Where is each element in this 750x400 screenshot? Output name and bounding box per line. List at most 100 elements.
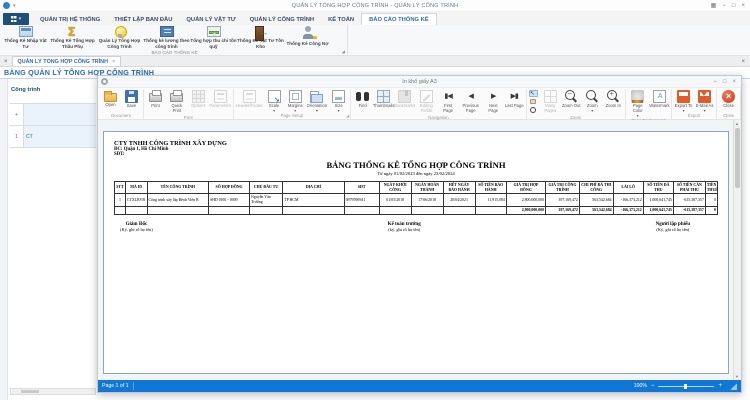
zoom-in-icon xyxy=(607,90,620,103)
preview-maximize-button[interactable]: □ xyxy=(723,77,727,87)
orientation-button[interactable]: Orientation▾ xyxy=(306,89,328,112)
zoom-in-button[interactable]: Zoom In xyxy=(603,89,624,109)
ribbon-tab-quan-ly-cong-trinh[interactable]: QUẢN LÝ CÔNG TRÌNH xyxy=(243,14,321,25)
cash-icon xyxy=(207,26,221,37)
thong-ke-luong-theo-cong-trinh-button[interactable]: Thống kê lương theo công trình xyxy=(143,25,190,49)
signature-note: (Ký, ghi rõ họ tên) xyxy=(656,227,690,232)
background-grid[interactable]: +1CT xyxy=(10,103,96,148)
scale-button[interactable]: Scale▾ xyxy=(264,89,285,112)
next-page-button[interactable]: Next Page xyxy=(483,89,504,114)
thong-ke-cong-no-button[interactable]: Thống Kê Công Nợ xyxy=(284,25,331,49)
open-button[interactable]: Open xyxy=(100,89,121,108)
quan-ly-tong-hop-cong-trinh-button[interactable]: Quản Lý Tổng Hợp Công Trình xyxy=(96,25,143,49)
ribbon: Thống Kê Nhập Vật TưThống Kê Tổng Hợp Th… xyxy=(0,25,750,56)
previous-page-button[interactable]: Previous Page xyxy=(459,89,483,114)
resize-grip-icon[interactable] xyxy=(730,383,737,390)
minimize-button[interactable]: − xyxy=(722,1,726,11)
zoom-out-button[interactable]: − xyxy=(651,382,655,390)
hand-tool-button[interactable] xyxy=(529,98,538,105)
zoom-button[interactable]: Zoom▾ xyxy=(582,89,603,112)
column-header: CHỦ ĐẦU TƯ xyxy=(250,182,283,194)
zoom-percent-label: 100% xyxy=(634,383,647,389)
total-cell xyxy=(379,207,411,215)
close-tab-left-icon[interactable]: × xyxy=(0,59,12,66)
zoom-in-button[interactable]: + xyxy=(718,382,722,390)
title-bar: ▾ QUẢN LÝ TỔNG HỢP CÔNG TRÌNH - QUẢN LÝ … xyxy=(0,0,750,12)
mini-zoom-button[interactable] xyxy=(529,106,538,113)
ribbon-tab-thiet-lap-ban-au[interactable]: THIẾT LẬP BAN ĐẦU xyxy=(107,14,179,25)
document-tab-active[interactable]: QUẢN LÝ TỔNG HỢP CÔNG TRÌNH × xyxy=(12,56,122,66)
thong-ke-vat-tu-ton-kho-button[interactable]: Thống Kê Vật Tư Tồn Kho xyxy=(237,25,284,49)
total-cell xyxy=(209,207,250,215)
preview-minimize-button[interactable]: − xyxy=(713,77,717,87)
watermark-button[interactable]: Watermark xyxy=(649,89,670,109)
dialog-launcher-icon[interactable]: ◢ xyxy=(346,113,349,118)
column-header: GIÁ TRỊ HỢP ĐỒNG xyxy=(506,182,545,194)
document-tab-label: QUẢN LÝ TỔNG HỢP CÔNG TRÌNH xyxy=(18,59,108,65)
thumbnails-button[interactable]: Thumbnails xyxy=(373,89,394,109)
background-horizontal-scrollbar[interactable] xyxy=(10,388,96,395)
preview-close-button[interactable]: × xyxy=(732,77,736,87)
quick-print-button[interactable]: Quick Print xyxy=(166,89,188,114)
preview-vertical-scrollbar[interactable] xyxy=(733,120,741,380)
scrollbar-thumb[interactable] xyxy=(735,128,740,188)
background-grid-row[interactable]: 1CT xyxy=(10,126,96,148)
scale-icon xyxy=(268,90,281,103)
salary-book-icon xyxy=(160,26,174,37)
close-button[interactable]: Close xyxy=(718,89,739,109)
mouse-pointer-button[interactable] xyxy=(529,90,538,97)
bulb-icon xyxy=(113,26,127,37)
close-button[interactable]: × xyxy=(741,1,745,11)
total-cell xyxy=(411,207,443,215)
style-selector-icon[interactable]: ▦ xyxy=(711,1,717,11)
next-page-icon xyxy=(487,90,500,103)
ribbon-tab-quan-tri-he-thong[interactable]: QUẢN TRỊ HỆ THỐNG xyxy=(33,14,107,25)
watermark-icon xyxy=(653,90,666,103)
first-page-button[interactable]: First Page xyxy=(438,89,459,114)
zoom-out-button[interactable]: Zoom Out xyxy=(561,89,582,109)
margins-icon xyxy=(289,90,302,103)
ribbon-tab-ke-toan[interactable]: KẾ TOÁN xyxy=(321,14,361,25)
column-header: MÃ ID xyxy=(125,182,147,194)
close-tabstrip-icon[interactable]: × xyxy=(736,59,750,66)
column-header: LÃI LỖ xyxy=(613,182,643,194)
margins-button[interactable]: Margins▾ xyxy=(285,89,306,112)
save-button[interactable]: Save xyxy=(121,89,142,109)
export-to-button[interactable]: Export To▾ xyxy=(673,89,694,112)
bookmarks-icon xyxy=(398,90,411,103)
zoom-slider-thumb[interactable] xyxy=(684,384,687,389)
first-page-icon xyxy=(442,90,455,103)
close-tab-icon[interactable]: × xyxy=(112,59,115,65)
find-button[interactable]: Find xyxy=(352,89,373,109)
thong-ke-nhap-vat-tu-button[interactable]: Thống Kê Nhập Vật Tư xyxy=(2,25,49,49)
app-menu-button[interactable]: ▾ xyxy=(3,13,29,25)
column-header: SỐ TIỀN CẦN PHẢI THU xyxy=(673,182,705,194)
maximize-button[interactable]: □ xyxy=(732,1,736,11)
e-mail-as-button[interactable]: E-Mail As▾ xyxy=(694,89,715,112)
total-cell xyxy=(147,207,209,215)
thong-ke-tong-hop-thau-phu-button[interactable]: Thống Kê Tổng Hợp Thầu Phụ xyxy=(49,25,96,49)
zoom-slider[interactable] xyxy=(658,386,714,387)
preview-status-bar: Page 1 of 1 100% − + xyxy=(98,380,741,392)
column-header: SĐT xyxy=(344,182,379,194)
print-button[interactable]: Print xyxy=(145,89,166,109)
ribbon-button-label: Tổng hợp thu chi tồn quỹ xyxy=(190,38,237,49)
total-cell xyxy=(250,207,283,215)
report-subtitle: Từ ngày 01/02/2023 đến ngày 23/02/2024 xyxy=(114,171,718,176)
left-collapsed-panel[interactable] xyxy=(0,79,8,400)
size-button[interactable]: Size▾ xyxy=(328,89,349,112)
ribbon-tab-bao-cao-thong-ke[interactable]: BÁO CÁO THỐNG KÊ xyxy=(361,13,437,25)
toolbar-button-label: Print xyxy=(151,104,160,109)
tong-hop-thu-chi-ton-quy-button[interactable]: Tổng hợp thu chi tồn quỹ xyxy=(190,25,237,49)
ribbon-tab-quan-ly-vat-tu[interactable]: QUẢN LÝ VẬT TƯ xyxy=(179,14,242,25)
tool-mode-stack xyxy=(528,89,540,113)
background-grid-row[interactable]: + xyxy=(10,104,96,126)
dialog-launcher-icon[interactable]: ◢ xyxy=(342,49,345,55)
total-cell xyxy=(283,207,345,215)
page-color-button[interactable]: Page Color▾ xyxy=(627,89,649,117)
row-indicator-cell: 1 xyxy=(10,126,24,147)
toolbar-button-label: Watermark xyxy=(649,104,669,109)
page-color-icon xyxy=(631,90,644,103)
row-indicator-cell: + xyxy=(10,104,24,125)
last-page-button[interactable]: Last Page xyxy=(504,89,525,109)
